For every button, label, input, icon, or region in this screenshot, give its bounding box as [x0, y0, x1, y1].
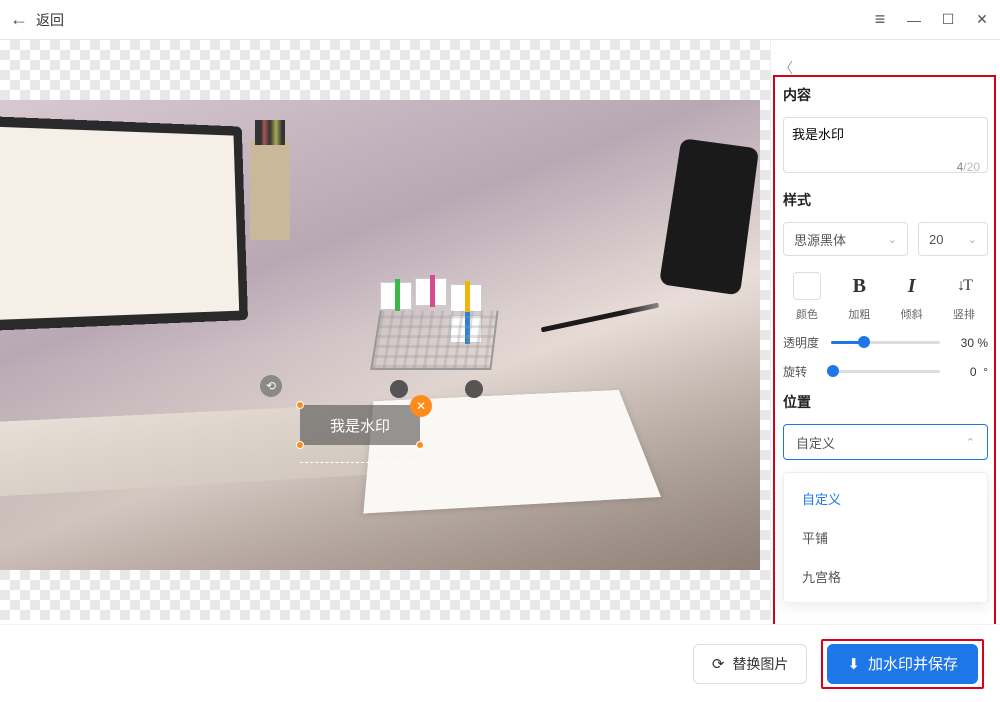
- font-size-select[interactable]: 20 ⌄: [918, 222, 988, 256]
- slider-thumb[interactable]: [827, 365, 839, 377]
- image-preview[interactable]: 我是水印 ⟲ ✕: [0, 100, 760, 570]
- color-swatch-icon: [793, 272, 821, 300]
- section-title-style: 样式: [783, 190, 988, 210]
- opacity-slider[interactable]: [831, 341, 940, 344]
- menu-icon[interactable]: ≡: [872, 12, 888, 28]
- bottom-bar: ⟳ 替换图片 ⬇ 加水印并保存: [0, 624, 1000, 702]
- position-option-custom[interactable]: 自定义: [784, 479, 987, 518]
- chevron-down-icon: ⌄: [968, 233, 977, 246]
- back-button[interactable]: ← 返回: [10, 9, 64, 30]
- position-select[interactable]: 自定义 ⌃: [783, 424, 988, 460]
- baseline-guide: [300, 462, 420, 463]
- title-bar: ← 返回 ≡ — ☐ ✕: [0, 0, 1000, 40]
- position-select-value: 自定义: [796, 433, 835, 452]
- chevron-down-icon: ⌄: [888, 233, 897, 246]
- position-dropdown: 自定义 平铺 九宫格: [783, 472, 988, 603]
- close-button[interactable]: ✕: [974, 12, 990, 28]
- section-title-content: 内容: [783, 85, 988, 105]
- slider-thumb[interactable]: [858, 336, 870, 348]
- resize-handle-br[interactable]: [416, 441, 424, 449]
- rotate-label: 旋转: [783, 363, 823, 380]
- color-button[interactable]: 颜色: [783, 272, 831, 322]
- replace-image-button[interactable]: ⟳ 替换图片: [693, 644, 808, 684]
- watermark-text: 我是水印: [330, 415, 390, 436]
- window-controls: ≡ — ☐ ✕: [872, 12, 990, 28]
- opacity-row: 透明度 30 %: [783, 334, 988, 351]
- replace-image-label: 替换图片: [732, 654, 788, 674]
- main-area: 我是水印 ⟲ ✕ 〈 内容 4/20 样式: [0, 40, 1000, 620]
- maximize-button[interactable]: ☐: [940, 12, 956, 28]
- resize-handle-bl[interactable]: [296, 441, 304, 449]
- italic-icon: I: [898, 272, 926, 300]
- font-select-value: 思源黑体: [794, 230, 846, 249]
- bold-button[interactable]: B 加粗: [835, 272, 883, 322]
- char-counter: 4/20: [957, 160, 980, 174]
- italic-button[interactable]: I 倾斜: [888, 272, 936, 322]
- minimize-button[interactable]: —: [906, 12, 922, 28]
- vertical-text-icon: ↓T: [950, 272, 978, 300]
- back-label: 返回: [36, 10, 64, 30]
- opacity-value: 30 %: [948, 336, 988, 350]
- panel-back-icon[interactable]: 〈: [779, 58, 793, 78]
- watermark-box[interactable]: 我是水印 ⟲ ✕: [300, 405, 420, 445]
- chevron-up-icon: ⌃: [966, 436, 975, 449]
- vertical-button[interactable]: ↓T 竖排: [940, 272, 988, 322]
- opacity-label: 透明度: [783, 334, 823, 351]
- canvas-area: 我是水印 ⟲ ✕: [0, 40, 770, 620]
- save-watermark-label: 加水印并保存: [868, 653, 958, 674]
- position-option-grid[interactable]: 九宫格: [784, 557, 987, 596]
- save-watermark-button[interactable]: ⬇ 加水印并保存: [827, 644, 978, 684]
- arrow-left-icon: ←: [10, 9, 28, 30]
- primary-highlight-box: ⬇ 加水印并保存: [821, 639, 984, 689]
- swap-icon: ⟳: [712, 655, 725, 673]
- font-size-value: 20: [929, 232, 943, 247]
- rotate-row: 旋转 0 °: [783, 363, 988, 380]
- download-icon: ⬇: [847, 655, 860, 673]
- rotate-slider[interactable]: [831, 370, 940, 373]
- position-option-tile[interactable]: 平铺: [784, 518, 987, 557]
- resize-handle-tl[interactable]: [296, 401, 304, 409]
- font-select[interactable]: 思源黑体 ⌄: [783, 222, 908, 256]
- rotate-value: 0 °: [948, 365, 988, 379]
- section-title-position: 位置: [783, 392, 988, 412]
- delete-watermark-icon[interactable]: ✕: [410, 395, 432, 417]
- properties-panel: 〈 内容 4/20 样式 思源黑体 ⌄ 20 ⌄: [770, 40, 1000, 620]
- bold-icon: B: [845, 272, 873, 300]
- rotate-handle-icon[interactable]: ⟲: [260, 375, 282, 397]
